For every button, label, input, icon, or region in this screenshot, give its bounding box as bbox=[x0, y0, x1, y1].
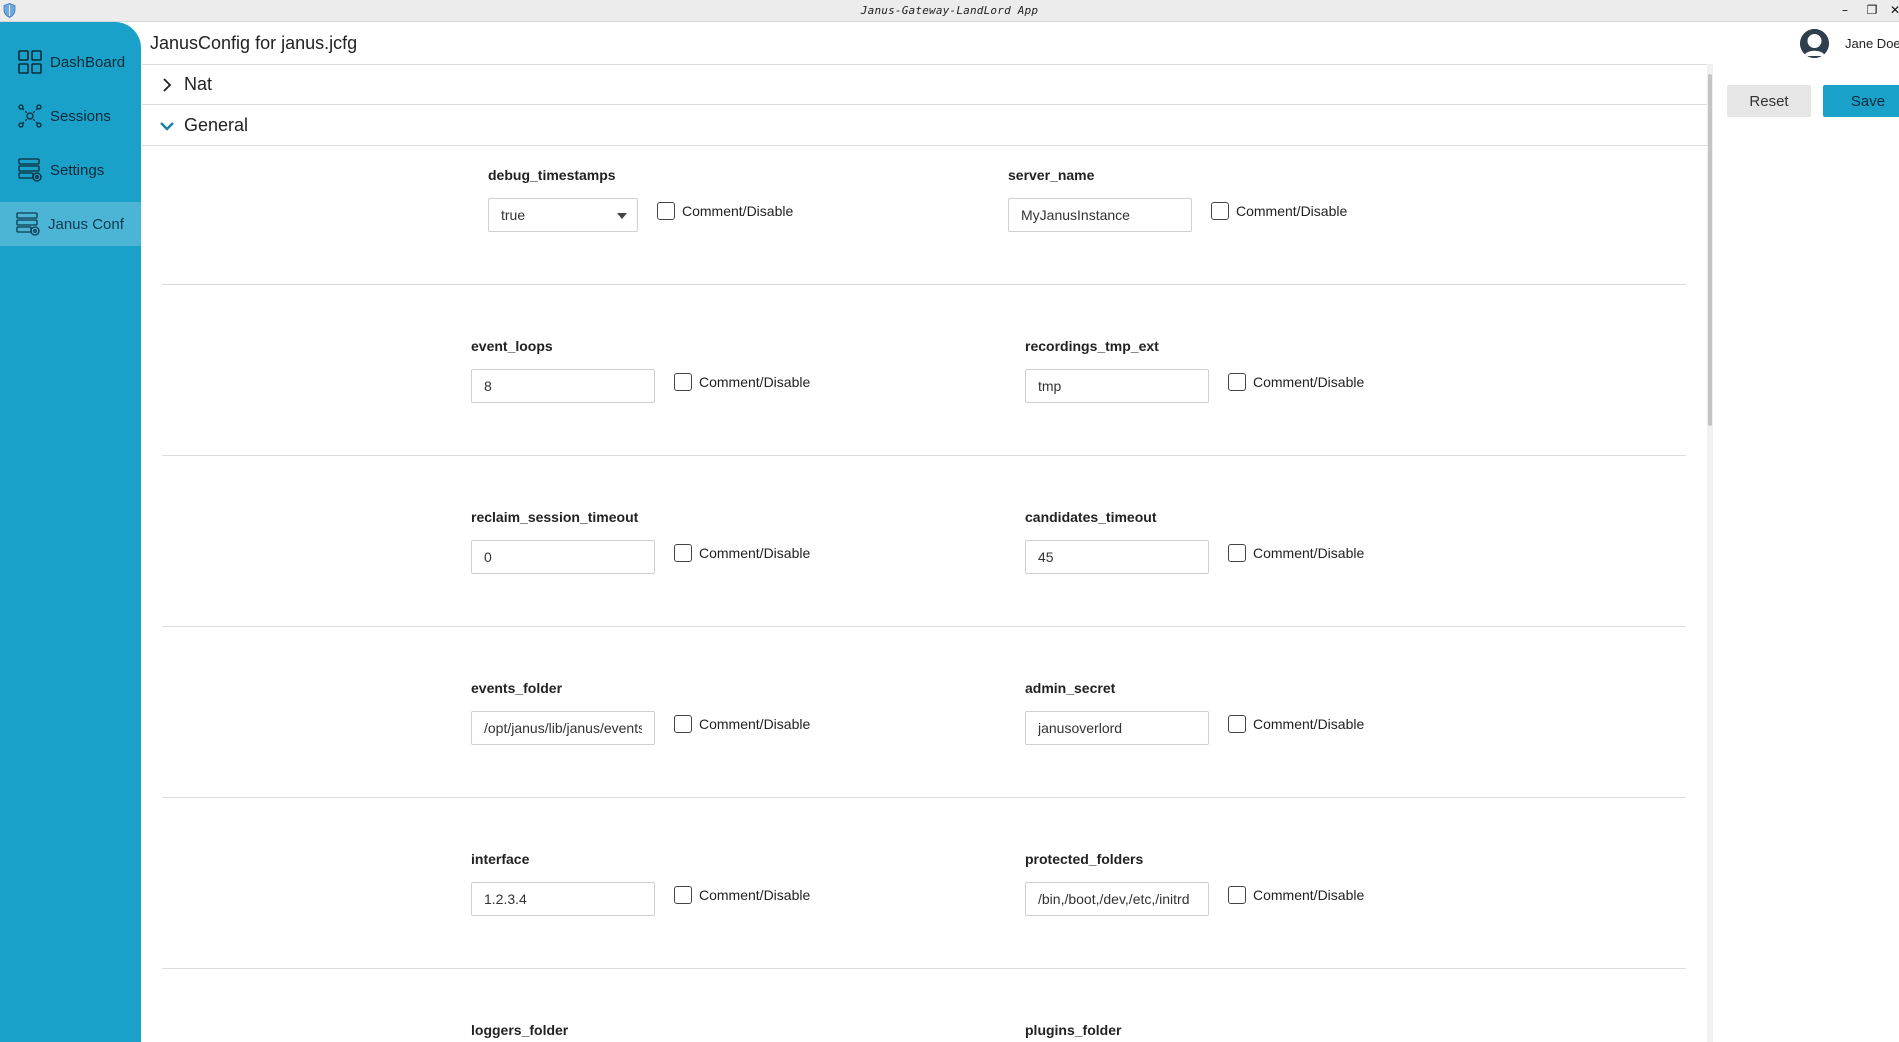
window-title: Janus-Gateway-LandLord App bbox=[860, 4, 1039, 17]
debug-timestamps-select[interactable]: true bbox=[488, 198, 638, 232]
comment-disable-checkbox[interactable] bbox=[1228, 886, 1246, 904]
comment-disable-candidates-timeout[interactable]: Comment/Disable bbox=[1228, 544, 1364, 562]
comment-disable-events-folder[interactable]: Comment/Disable bbox=[674, 715, 810, 733]
sidebar-item-settings[interactable]: Settings bbox=[0, 148, 141, 192]
window-titlebar: Janus-Gateway-LandLord App – ❐ ✕ bbox=[0, 0, 1899, 22]
comment-disable-label: Comment/Disable bbox=[699, 545, 811, 561]
field-label-events-folder: events_folder bbox=[471, 680, 563, 696]
row-divider bbox=[162, 284, 1686, 285]
recordings-tmp-ext-input[interactable] bbox=[1025, 369, 1209, 403]
comment-disable-protected-folders[interactable]: Comment/Disable bbox=[1228, 886, 1364, 904]
field-label-debug-timestamps: debug_timestamps bbox=[488, 167, 616, 183]
settings-icon bbox=[18, 158, 42, 182]
dropdown-arrow-icon bbox=[617, 213, 627, 219]
comment-disable-checkbox[interactable] bbox=[1228, 715, 1246, 733]
debug-timestamps-value: true bbox=[501, 207, 526, 223]
sidebar-item-janus-conf[interactable]: Janus Conf bbox=[0, 202, 141, 246]
sidebar-item-label: Janus Conf bbox=[48, 215, 124, 233]
field-label-reclaim-session-timeout: reclaim_session_timeout bbox=[471, 509, 639, 525]
comment-disable-debug-timestamps[interactable]: Comment/Disable bbox=[657, 202, 793, 220]
comment-disable-checkbox[interactable] bbox=[1228, 373, 1246, 391]
row-divider bbox=[162, 455, 1686, 456]
reset-button[interactable]: Reset bbox=[1727, 85, 1811, 117]
interface-input[interactable] bbox=[471, 882, 655, 916]
field-label-protected-folders: protected_folders bbox=[1025, 851, 1144, 867]
event-loops-input[interactable] bbox=[471, 369, 655, 403]
section-nat[interactable]: Nat bbox=[142, 65, 1707, 105]
comment-disable-label: Comment/Disable bbox=[699, 374, 811, 390]
comment-disable-label: Comment/Disable bbox=[682, 203, 794, 219]
close-button[interactable]: ✕ bbox=[1887, 2, 1899, 18]
page-title: JanusConfig for janus.jcfg bbox=[150, 33, 358, 53]
comment-disable-event-loops[interactable]: Comment/Disable bbox=[674, 373, 810, 391]
field-label-candidates-timeout: candidates_timeout bbox=[1025, 509, 1157, 525]
comment-disable-label: Comment/Disable bbox=[699, 887, 811, 903]
comment-disable-label: Comment/Disable bbox=[1253, 887, 1365, 903]
section-nat-label: Nat bbox=[184, 74, 213, 94]
dashboard-icon bbox=[18, 50, 42, 74]
comment-disable-interface[interactable]: Comment/Disable bbox=[674, 886, 810, 904]
field-label-admin-secret: admin_secret bbox=[1025, 680, 1116, 696]
sidebar-item-dashboard[interactable]: DashBoard bbox=[0, 40, 141, 84]
events-folder-input[interactable] bbox=[471, 711, 655, 745]
comment-disable-label: Comment/Disable bbox=[1253, 374, 1365, 390]
chevron-down-icon bbox=[160, 121, 174, 131]
row-divider bbox=[162, 797, 1686, 798]
comment-disable-reclaim-session-timeout[interactable]: Comment/Disable bbox=[674, 544, 810, 562]
restore-button[interactable]: ❐ bbox=[1864, 2, 1880, 18]
comment-disable-recordings-tmp-ext[interactable]: Comment/Disable bbox=[1228, 373, 1364, 391]
field-label-recordings-tmp-ext: recordings_tmp_ext bbox=[1025, 338, 1159, 354]
comment-disable-checkbox[interactable] bbox=[657, 202, 675, 220]
comment-disable-server-name[interactable]: Comment/Disable bbox=[1211, 202, 1347, 220]
janus-conf-icon bbox=[16, 212, 40, 236]
field-label-plugins-folder: plugins_folder bbox=[1025, 1022, 1122, 1038]
sidebar-item-label: Sessions bbox=[50, 107, 111, 125]
user-avatar-icon bbox=[1800, 29, 1829, 58]
sidebar-item-label: DashBoard bbox=[50, 53, 126, 71]
comment-disable-label: Comment/Disable bbox=[1236, 203, 1348, 219]
chevron-right-icon bbox=[163, 77, 172, 92]
field-label-event-loops: event_loops bbox=[471, 338, 553, 354]
candidates-timeout-input[interactable] bbox=[1025, 540, 1209, 574]
field-label-loggers-folder: loggers_folder bbox=[471, 1022, 569, 1038]
comment-disable-label: Comment/Disable bbox=[1253, 545, 1365, 561]
sessions-icon bbox=[18, 104, 42, 128]
comment-disable-label: Comment/Disable bbox=[1253, 716, 1365, 732]
section-general[interactable]: General bbox=[142, 106, 1707, 146]
minimize-button[interactable]: – bbox=[1837, 2, 1853, 18]
field-label-interface: interface bbox=[471, 851, 530, 867]
comment-disable-admin-secret[interactable]: Comment/Disable bbox=[1228, 715, 1364, 733]
comment-disable-checkbox[interactable] bbox=[674, 544, 692, 562]
comment-disable-checkbox[interactable] bbox=[1228, 544, 1246, 562]
field-label-server-name: server_name bbox=[1008, 167, 1095, 183]
reclaim-session-timeout-input[interactable] bbox=[471, 540, 655, 574]
user-name: Jane Doe bbox=[1845, 36, 1899, 51]
section-general-label: General bbox=[184, 115, 249, 135]
row-divider bbox=[162, 968, 1686, 969]
row-divider bbox=[162, 626, 1686, 627]
scrollbar-thumb[interactable] bbox=[1708, 74, 1712, 426]
comment-disable-label: Comment/Disable bbox=[699, 716, 811, 732]
admin-secret-input[interactable] bbox=[1025, 711, 1209, 745]
comment-disable-checkbox[interactable] bbox=[674, 373, 692, 391]
comment-disable-checkbox[interactable] bbox=[674, 715, 692, 733]
protected-folders-input[interactable] bbox=[1025, 882, 1209, 916]
sidebar: DashBoard Sessions Settings Janus Conf bbox=[0, 22, 141, 1042]
sidebar-item-label: Settings bbox=[50, 161, 105, 179]
config-panel: Nat General debug_timestamps true Commen… bbox=[142, 64, 1707, 1042]
comment-disable-checkbox[interactable] bbox=[1211, 202, 1229, 220]
comment-disable-checkbox[interactable] bbox=[674, 886, 692, 904]
save-button[interactable]: Save bbox=[1823, 85, 1899, 117]
avatar[interactable] bbox=[1800, 29, 1829, 58]
sidebar-item-sessions[interactable]: Sessions bbox=[0, 94, 141, 138]
server-name-input[interactable] bbox=[1008, 198, 1192, 232]
